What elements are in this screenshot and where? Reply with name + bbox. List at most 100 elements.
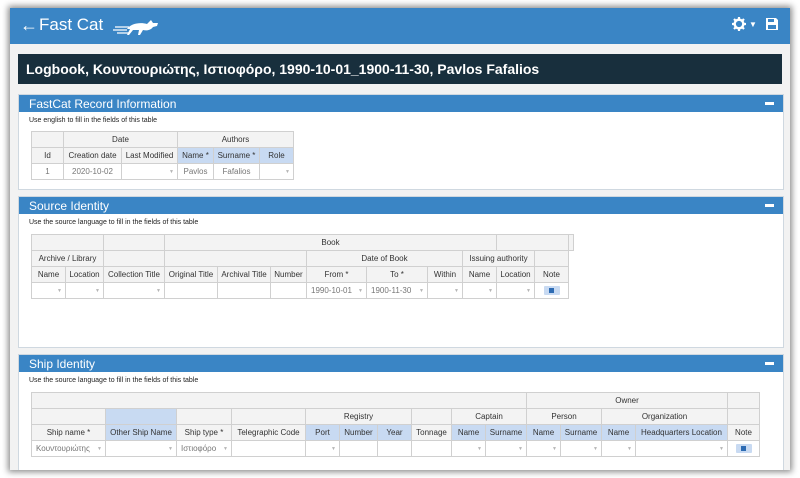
to-date-cell[interactable]: 1900-11-30 ▼ <box>366 282 428 299</box>
chevron-down-icon[interactable]: ▼ <box>749 20 757 29</box>
document-icon[interactable] <box>543 286 560 296</box>
empty-header <box>31 131 64 148</box>
panel-hint: Use english to fill in the fields of thi… <box>29 117 158 124</box>
document-icon[interactable] <box>735 444 752 454</box>
chevron-down-icon: ▼ <box>419 288 424 294</box>
column-from-date: From * <box>306 266 367 283</box>
headquarters-location-cell[interactable]: ▼ <box>635 440 728 457</box>
captain-surname-cell[interactable]: ▼ <box>485 440 527 457</box>
telegraphic-code-cell[interactable] <box>231 440 306 457</box>
archival-title-cell[interactable] <box>217 282 271 299</box>
original-title-cell[interactable] <box>164 282 218 299</box>
archive-name-cell[interactable]: ▼ <box>31 282 66 299</box>
last-modified-cell[interactable]: ▼ <box>121 163 178 180</box>
person-surname-cell[interactable]: ▼ <box>560 440 602 457</box>
chevron-down-icon: ▼ <box>488 288 493 294</box>
ship-table: Owner Registry Captain Person Organizati… <box>31 392 760 457</box>
column-registry-port: Port <box>305 424 340 441</box>
registry-year-cell[interactable] <box>377 440 412 457</box>
source-identity-panel: Source Identity Use the source language … <box>18 196 784 348</box>
authors-group-header: Authors <box>177 131 294 148</box>
captain-name-cell[interactable]: ▼ <box>451 440 486 457</box>
empty-header <box>727 392 760 409</box>
minus-icon[interactable] <box>765 362 774 365</box>
column-author-name: Name * <box>177 147 214 164</box>
archive-group-header: Archive / Library <box>31 250 104 267</box>
author-role-cell[interactable]: ▼ <box>259 163 294 180</box>
empty-header <box>31 408 106 425</box>
column-issuing-location: Location <box>496 266 535 283</box>
empty-header <box>31 392 527 409</box>
archive-location-cell[interactable]: ▼ <box>65 282 104 299</box>
person-group-header: Person <box>526 408 602 425</box>
chevron-down-icon: ▼ <box>95 288 100 294</box>
chevron-down-icon: ▼ <box>57 288 62 294</box>
minus-icon[interactable] <box>765 102 774 105</box>
page-title: Logbook, Κουντουριώτης, Ιστιοφόρο, 1990-… <box>18 54 782 84</box>
panel-title: Ship Identity <box>29 357 96 371</box>
captain-group-header: Captain <box>451 408 527 425</box>
number-cell[interactable] <box>270 282 307 299</box>
arrow-left-icon[interactable]: ← <box>20 16 38 34</box>
gear-icon[interactable] <box>732 17 746 31</box>
chevron-down-icon: ▼ <box>285 169 290 175</box>
column-creation-date: Creation date <box>63 147 122 164</box>
column-issuing-name: Name <box>462 266 497 283</box>
tonnage-cell[interactable] <box>411 440 452 457</box>
column-archival-title: Archival Title <box>217 266 271 283</box>
issuing-location-cell[interactable]: ▼ <box>496 282 535 299</box>
panel-header: FastCat Record Information <box>19 95 783 112</box>
chevron-down-icon: ▼ <box>518 446 523 452</box>
column-to-date: To * <box>366 266 428 283</box>
ship-type-cell[interactable]: Ιστιοφόρο ▼ <box>176 440 232 457</box>
empty-header <box>534 250 569 267</box>
column-ship-type: Ship type * <box>176 424 232 441</box>
save-icon[interactable] <box>766 18 778 30</box>
note-cell <box>534 282 569 299</box>
chevron-down-icon: ▼ <box>223 446 228 452</box>
table-row: Κουντουριώτης ▼ ▼ Ιστιοφόρο ▼ ▼ ▼ ▼ ▼ ▼ ▼ … <box>31 440 760 457</box>
ship-name-cell[interactable]: Κουντουριώτης ▼ <box>31 440 106 457</box>
chevron-down-icon: ▼ <box>454 288 459 294</box>
running-cat-icon <box>113 20 158 35</box>
app-name[interactable]: Fast Cat <box>39 15 103 35</box>
author-name-cell[interactable]: Pavlos <box>177 163 214 180</box>
chevron-down-icon: ▼ <box>97 446 102 452</box>
within-cell[interactable]: ▼ <box>427 282 463 299</box>
column-note: Note <box>534 266 569 283</box>
chevron-down-icon: ▼ <box>169 169 174 175</box>
issuing-name-cell[interactable]: ▼ <box>462 282 497 299</box>
empty-header <box>568 234 574 251</box>
other-ship-name-cell[interactable]: ▼ <box>105 440 177 457</box>
registry-number-cell[interactable] <box>339 440 378 457</box>
column-other-ship-name: Other Ship Name <box>105 424 177 441</box>
empty-header <box>231 408 306 425</box>
empty-header <box>164 250 307 267</box>
id-cell: 1 <box>31 163 64 180</box>
collection-title-cell[interactable]: ▼ <box>103 282 165 299</box>
minus-icon[interactable] <box>765 204 774 207</box>
column-person-surname: Surname <box>560 424 602 441</box>
chevron-down-icon: ▼ <box>168 446 173 452</box>
issuing-authority-group-header: Issuing authority <box>462 250 535 267</box>
from-date-cell[interactable]: 1990-10-01 ▼ <box>306 282 367 299</box>
empty-header <box>727 408 760 425</box>
panel-hint: Use the source language to fill in the f… <box>29 377 199 384</box>
column-archive-location: Location <box>65 266 104 283</box>
panel-hint: Use the source language to fill in the f… <box>29 219 199 226</box>
registry-port-cell[interactable]: ▼ <box>305 440 340 457</box>
record-table: Date Authors Id Creation date Last Modif… <box>31 131 294 180</box>
column-collection-title: Collection Title <box>103 266 165 283</box>
owner-group-header: Owner <box>526 392 728 409</box>
organization-group-header: Organization <box>601 408 728 425</box>
column-person-name: Name <box>526 424 561 441</box>
person-name-cell[interactable]: ▼ <box>526 440 561 457</box>
note-cell <box>727 440 760 457</box>
author-surname-cell[interactable]: Fafalios <box>213 163 260 180</box>
date-of-book-group-header: Date of Book <box>306 250 463 267</box>
book-group-header: Book <box>164 234 497 251</box>
column-registry-number: Number <box>339 424 378 441</box>
organization-name-cell[interactable]: ▼ <box>601 440 636 457</box>
column-captain-name: Name <box>451 424 486 441</box>
app-window: ← Fast Cat ▼ Logbook, Κουντουριώτης, Ιστ… <box>10 8 790 470</box>
